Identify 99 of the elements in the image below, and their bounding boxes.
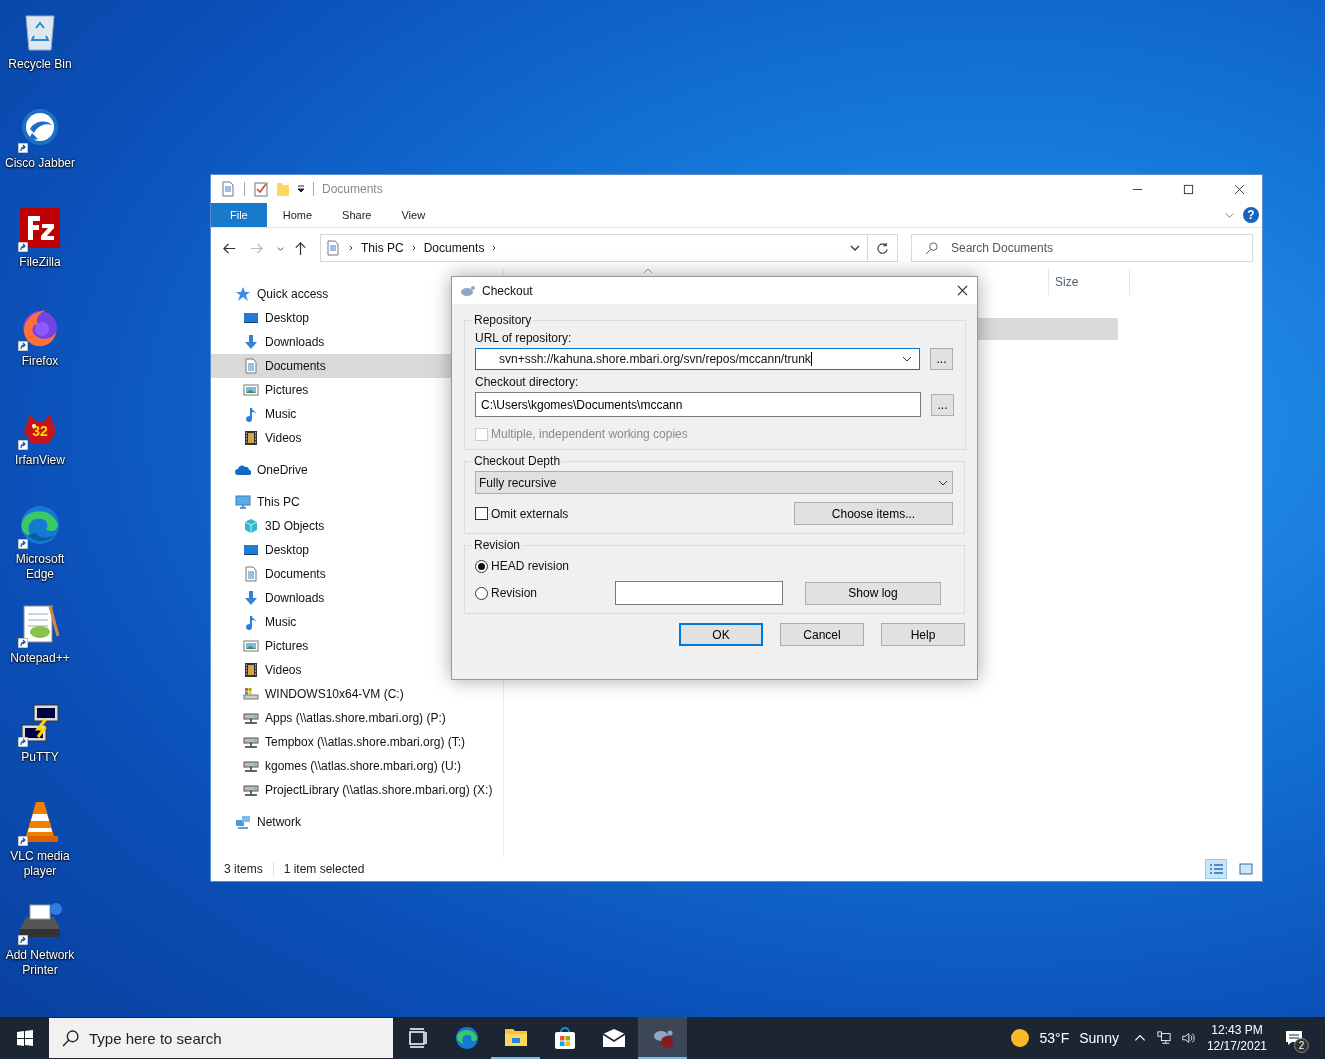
- close-icon[interactable]: [957, 285, 968, 296]
- nav-item[interactable]: ProjectLibrary (\\atlas.shore.mbari.org) (X:): [211, 778, 503, 802]
- address-bar[interactable]: This PC Documents: [320, 234, 868, 262]
- selection-count: 1 item selected: [283, 862, 365, 876]
- envelope-icon[interactable]: [601, 1026, 626, 1050]
- windows-logo-icon: [16, 1030, 33, 1046]
- group-label: Repository: [473, 313, 533, 327]
- dialog-title: Checkout: [482, 283, 533, 298]
- star-icon: [235, 286, 251, 302]
- sun-icon[interactable]: [1009, 1028, 1030, 1048]
- document-icon: [243, 358, 259, 374]
- picture-icon: [243, 382, 259, 398]
- shopping-bag-icon[interactable]: [552, 1026, 577, 1050]
- sort-caret-icon[interactable]: [643, 268, 653, 274]
- network-icon[interactable]: [1156, 1031, 1171, 1045]
- dialog-button[interactable]: OK: [679, 623, 763, 646]
- desktop-icon-label[interactable]: Notepad++: [0, 651, 80, 666]
- maximize-icon[interactable]: [1183, 183, 1194, 195]
- taskbar-search-field[interactable]: Type here to search: [49, 1018, 393, 1058]
- network-icon: [235, 814, 251, 830]
- film-icon: [243, 662, 259, 678]
- window-title: Documents: [322, 182, 383, 196]
- down-arrow-icon: [243, 334, 259, 350]
- notification-count: 2: [1294, 1038, 1309, 1053]
- drive-icon: [243, 686, 259, 702]
- monitor-icon: [243, 542, 259, 558]
- details-view-icon[interactable]: [1206, 860, 1226, 878]
- show-log-button[interactable]: Show log: [805, 581, 942, 605]
- directory-field[interactable]: C:\Users\kgomes\Documents\mccann: [475, 392, 921, 417]
- clock[interactable]: 12:43 PM 12/17/2021: [1206, 1022, 1267, 1054]
- browse-button[interactable]: ...: [930, 348, 953, 370]
- desktop-icon-label[interactable]: PuTTY: [0, 750, 80, 765]
- dialog-button[interactable]: Help: [881, 623, 965, 646]
- desktop-icon-label[interactable]: Add Network Printer: [0, 948, 80, 978]
- chevron-right-icon[interactable]: [347, 244, 355, 252]
- ribbon-tab[interactable]: Share: [328, 203, 386, 227]
- field-label: Checkout directory:: [475, 375, 580, 389]
- close-icon[interactable]: [1234, 183, 1245, 195]
- speaker-icon[interactable]: [1180, 1031, 1195, 1045]
- network-drive-icon: [243, 710, 259, 726]
- ribbon-tab[interactable]: Home: [268, 203, 327, 227]
- icon-number: 32: [32, 423, 48, 439]
- choose-items-button[interactable]: Choose items...: [794, 502, 953, 525]
- ribbon-tab[interactable]: File: [211, 203, 267, 227]
- weather-condition[interactable]: Sunny: [1079, 1030, 1119, 1046]
- computer-icon: [235, 494, 251, 510]
- column-header[interactable]: Size: [1048, 269, 1130, 295]
- nav-item[interactable]: Music: [211, 610, 503, 634]
- search-icon: [62, 1030, 79, 1047]
- desktop-icon-label[interactable]: IrfanView: [0, 453, 80, 468]
- nav-item[interactable]: Apps (\\atlas.shore.mbari.org) (P:): [211, 706, 503, 730]
- cube-icon: [243, 518, 259, 534]
- desktop-icon-label[interactable]: Cisco Jabber: [0, 156, 80, 171]
- browse-button[interactable]: ...: [931, 393, 954, 416]
- nav-item[interactable]: Tempbox (\\atlas.shore.mbari.org) (T:): [211, 730, 503, 754]
- nav-item[interactable]: Videos: [211, 658, 503, 682]
- refresh-button[interactable]: [868, 234, 898, 262]
- omit-externals-checkbox[interactable]: Omit externals: [475, 506, 569, 521]
- group-label: Revision: [473, 538, 522, 552]
- breadcrumb[interactable]: Documents: [423, 241, 485, 255]
- desktop-icon-label[interactable]: Recycle Bin: [0, 57, 80, 72]
- network-drive-icon: [243, 758, 259, 774]
- picture-icon: [243, 638, 259, 654]
- film-icon: [243, 430, 259, 446]
- search-field[interactable]: Search Documents: [911, 234, 1253, 262]
- wave-globe-icon[interactable]: [454, 1026, 479, 1050]
- radio-button[interactable]: HEAD revision: [475, 559, 570, 573]
- checklist-icon[interactable]: [253, 181, 269, 197]
- desktop-icon-label[interactable]: FileZilla: [0, 255, 80, 270]
- search-icon: [925, 242, 938, 255]
- down-arrow-icon: [243, 590, 259, 606]
- document-icon: [243, 566, 259, 582]
- depth-dropdown[interactable]: Fully recursive: [475, 471, 953, 494]
- up-arrow-icon[interactable]: [293, 240, 308, 256]
- item-count: 3 items: [224, 862, 263, 876]
- refresh-icon: [876, 241, 889, 255]
- field-label: URL of repository:: [475, 331, 573, 345]
- document-icon[interactable]: [220, 181, 236, 197]
- dropdown-icon[interactable]: [297, 185, 305, 193]
- network-drive-icon: [243, 734, 259, 750]
- network-drive-icon: [243, 782, 259, 798]
- nav-item[interactable]: Pictures: [211, 634, 503, 658]
- desktop-icon-label[interactable]: VLC media player: [0, 849, 80, 879]
- nav-item[interactable]: kgomes (\\atlas.shore.mbari.org) (U:): [211, 754, 503, 778]
- url-combobox[interactable]: svn+ssh://kahuna.shore.mbari.org/svn/repos/mccann/trunk: [475, 348, 920, 370]
- desktop-icon-label[interactable]: Firefox: [0, 354, 80, 369]
- group-label: Checkout Depth: [473, 454, 562, 468]
- dialog-button[interactable]: Cancel: [780, 623, 864, 646]
- monitor-icon: [243, 310, 259, 326]
- nav-item[interactable]: Network: [211, 810, 503, 834]
- ribbon-tab[interactable]: View: [387, 203, 440, 227]
- temperature[interactable]: 53°F: [1039, 1030, 1070, 1046]
- document-icon: [325, 240, 341, 256]
- revision-field[interactable]: [615, 581, 784, 605]
- desktop-icon-label[interactable]: Microsoft Edge: [0, 552, 80, 582]
- nav-item[interactable]: WINDOWS10x64-VM (C:): [211, 682, 503, 706]
- breadcrumb[interactable]: This PC: [361, 241, 404, 255]
- radio-button[interactable]: Revision: [475, 586, 538, 600]
- help-button[interactable]: ?: [1243, 207, 1259, 223]
